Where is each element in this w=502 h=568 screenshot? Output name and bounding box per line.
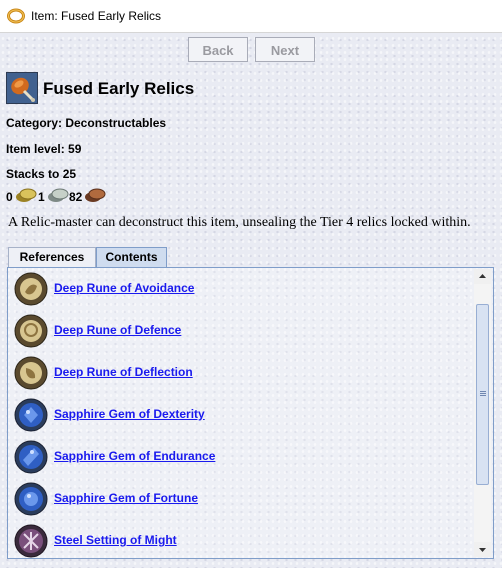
item-stacks: Stacks to 25 xyxy=(6,167,77,181)
scroll-track[interactable] xyxy=(474,284,491,542)
copper-coin-icon xyxy=(85,188,106,202)
item-category: Category: Deconstructables xyxy=(6,116,167,130)
gold-amount: 0 xyxy=(6,190,13,204)
list-item: Deep Rune of Avoidance xyxy=(12,268,474,310)
chevron-down-icon xyxy=(479,548,486,552)
relic-satchel-icon xyxy=(6,72,38,104)
gem-icon xyxy=(14,440,48,474)
ring-icon xyxy=(7,8,25,24)
item-name: Fused Early Relics xyxy=(43,79,195,98)
tab-references[interactable]: References xyxy=(8,247,96,267)
contents-panel: Deep Rune of Avoidance Deep Rune of Defe… xyxy=(7,267,494,559)
item-value: 0 1 82 xyxy=(6,186,126,204)
scroll-down-button[interactable] xyxy=(474,542,491,557)
contents-link[interactable]: Deep Rune of Deflection xyxy=(54,365,193,379)
rune-icon xyxy=(14,314,48,348)
list-item: Deep Rune of Deflection xyxy=(12,352,474,394)
contents-link[interactable]: Deep Rune of Defence xyxy=(54,323,181,337)
copper-amount: 82 xyxy=(69,190,83,204)
item-level: Item level: 59 xyxy=(6,142,82,156)
rune-icon xyxy=(14,272,48,306)
next-button[interactable]: Next xyxy=(255,37,315,62)
gem-icon xyxy=(14,398,48,432)
window-title: Item: Fused Early Relics xyxy=(31,9,162,23)
tab-contents[interactable]: Contents xyxy=(96,247,167,267)
gem-icon xyxy=(14,482,48,516)
rune-icon xyxy=(14,356,48,390)
scroll-thumb[interactable] xyxy=(476,304,489,485)
back-button[interactable]: Back xyxy=(188,37,248,62)
item-description: A Relic-master can deconstruct this item… xyxy=(8,215,471,230)
silver-amount: 1 xyxy=(38,190,45,204)
list-item: Sapphire Gem of Fortune xyxy=(12,478,474,520)
gold-coin-icon xyxy=(16,188,37,202)
contents-link[interactable]: Steel Setting of Might xyxy=(54,533,177,547)
contents-link[interactable]: Sapphire Gem of Fortune xyxy=(54,491,198,505)
window-title-bar: Item: Fused Early Relics xyxy=(0,0,502,33)
scroll-up-button[interactable] xyxy=(474,269,491,284)
contents-link[interactable]: Deep Rune of Avoidance xyxy=(54,281,194,295)
list-item: Sapphire Gem of Endurance xyxy=(12,436,474,478)
list-item: Sapphire Gem of Dexterity xyxy=(12,394,474,436)
list-item: Steel Setting of Might xyxy=(12,520,474,558)
contents-link[interactable]: Sapphire Gem of Endurance xyxy=(54,449,215,463)
contents-link[interactable]: Sapphire Gem of Dexterity xyxy=(54,407,205,421)
chevron-up-icon xyxy=(479,274,486,278)
setting-icon xyxy=(14,524,48,558)
contents-list: Deep Rune of Avoidance Deep Rune of Defe… xyxy=(12,268,474,558)
list-item: Deep Rune of Defence xyxy=(12,310,474,352)
silver-coin-icon xyxy=(48,188,69,202)
vertical-scrollbar[interactable] xyxy=(474,269,491,557)
